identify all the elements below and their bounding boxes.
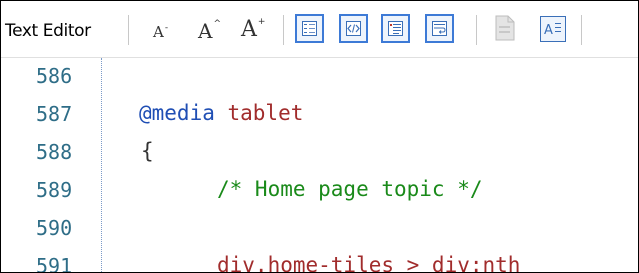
word-wrap-icon: [388, 21, 403, 36]
toolbar-separator: [128, 15, 129, 45]
code-line: {: [141, 139, 154, 163]
line-numbers-icon: [302, 21, 317, 36]
toolbar-separator: [476, 15, 477, 45]
wrap-text-button[interactable]: [425, 14, 454, 43]
reset-font-button[interactable]: A^: [198, 19, 221, 49]
line-number: 591: [36, 254, 73, 273]
line-number: 589: [36, 178, 73, 202]
code-line: @media tablet: [139, 101, 304, 125]
toolbar-separator: [283, 15, 284, 45]
increase-font-button[interactable]: A+: [241, 17, 265, 47]
line-number: 586: [36, 64, 73, 88]
toolbar-separator: [581, 15, 582, 45]
toolbar: Text Editor A- A^ A+ A: [1, 1, 638, 58]
line-number: 588: [36, 140, 73, 164]
svg-text:A: A: [544, 23, 553, 38]
text-format-icon[interactable]: A: [540, 16, 566, 42]
toolbar-title: Text Editor: [5, 21, 91, 41]
line-number: 587: [36, 102, 73, 126]
text-editor-window: Text Editor A- A^ A+ A 586 587 588 589 5…: [0, 0, 639, 273]
word-wrap-button[interactable]: [381, 14, 410, 43]
document-icon[interactable]: [494, 14, 516, 42]
code-line-comment: /* Home page topic */: [217, 177, 483, 201]
decrease-font-button[interactable]: A-: [153, 23, 168, 53]
wrap-text-icon: [432, 21, 447, 36]
code-editor[interactable]: 586 587 588 589 590 591 @media tablet { …: [1, 58, 638, 272]
line-number: 590: [36, 216, 73, 240]
code-icon: [346, 21, 361, 36]
line-number-gutter: 586 587 588 589 590 591: [31, 58, 102, 272]
code-line: div.home-tiles > div:nth: [217, 253, 521, 273]
line-numbers-button[interactable]: [295, 14, 324, 43]
code-view-button[interactable]: [339, 14, 368, 43]
